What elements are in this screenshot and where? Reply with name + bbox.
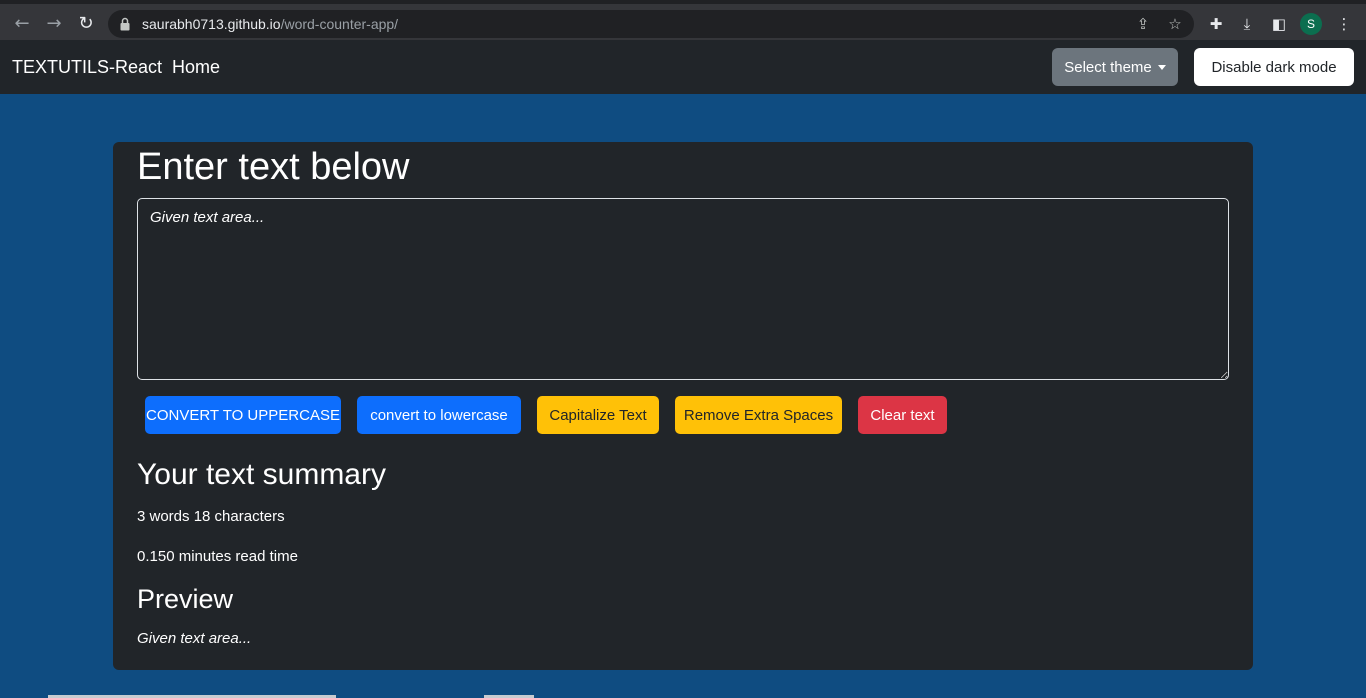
preview-heading: Preview xyxy=(137,584,234,614)
sidepanel-icon[interactable]: ◧ xyxy=(1269,14,1289,34)
back-arrow-icon[interactable]: ← xyxy=(10,12,34,36)
select-theme-label: Select theme xyxy=(1064,58,1152,76)
capitalize-text-button[interactable]: Capitalize Text xyxy=(537,396,659,434)
star-icon[interactable]: ☆ xyxy=(1166,15,1184,33)
address-bar[interactable]: saurabh0713.github.io/word-counter-app/ … xyxy=(108,10,1194,38)
page-title: Enter text below xyxy=(137,146,410,188)
text-input-area[interactable]: Given text area... xyxy=(137,198,1229,380)
remove-extra-spaces-button[interactable]: Remove Extra Spaces xyxy=(675,396,842,434)
browser-toolbar: ← → ↻ saurabh0713.github.io/word-counter… xyxy=(0,0,1366,40)
disable-dark-mode-button[interactable]: Disable dark mode xyxy=(1194,48,1354,86)
navbar-brand[interactable]: TEXTUTILS-React xyxy=(12,57,162,78)
lock-icon xyxy=(120,17,130,31)
clear-text-button[interactable]: Clear text xyxy=(858,396,947,434)
download-icon[interactable]: ⤓ xyxy=(1237,14,1257,34)
profile-avatar[interactable]: S xyxy=(1300,13,1322,35)
share-icon[interactable]: ⇪ xyxy=(1134,15,1152,33)
read-time: 0.150 minutes read time xyxy=(137,548,298,565)
url-text: saurabh0713.github.io/word-counter-app/ xyxy=(142,16,398,32)
reload-icon[interactable]: ↻ xyxy=(74,12,98,36)
preview-text: Given text area... xyxy=(137,630,252,647)
select-theme-dropdown[interactable]: Select theme xyxy=(1052,48,1178,86)
convert-lowercase-button[interactable]: convert to lowercase xyxy=(357,396,521,434)
url-host: saurabh0713.github.io xyxy=(142,16,281,32)
bottom-scrollbar xyxy=(0,694,1366,698)
nav-link-home[interactable]: Home xyxy=(172,57,220,78)
forward-arrow-icon[interactable]: → xyxy=(42,12,66,36)
puzzle-icon[interactable]: ✚ xyxy=(1206,14,1226,34)
convert-uppercase-button[interactable]: CONVERT TO UPPERCASE xyxy=(145,396,341,434)
app-navbar: TEXTUTILS-React Home Select theme Disabl… xyxy=(0,40,1366,94)
caret-down-icon xyxy=(1157,64,1166,70)
summary-heading: Your text summary xyxy=(137,458,386,491)
url-path: /word-counter-app/ xyxy=(280,16,399,32)
word-character-count: 3 words 18 characters xyxy=(137,508,285,525)
main-card: Enter text below Given text area... CONV… xyxy=(113,142,1253,670)
more-vert-icon[interactable]: ⋮ xyxy=(1334,14,1354,34)
